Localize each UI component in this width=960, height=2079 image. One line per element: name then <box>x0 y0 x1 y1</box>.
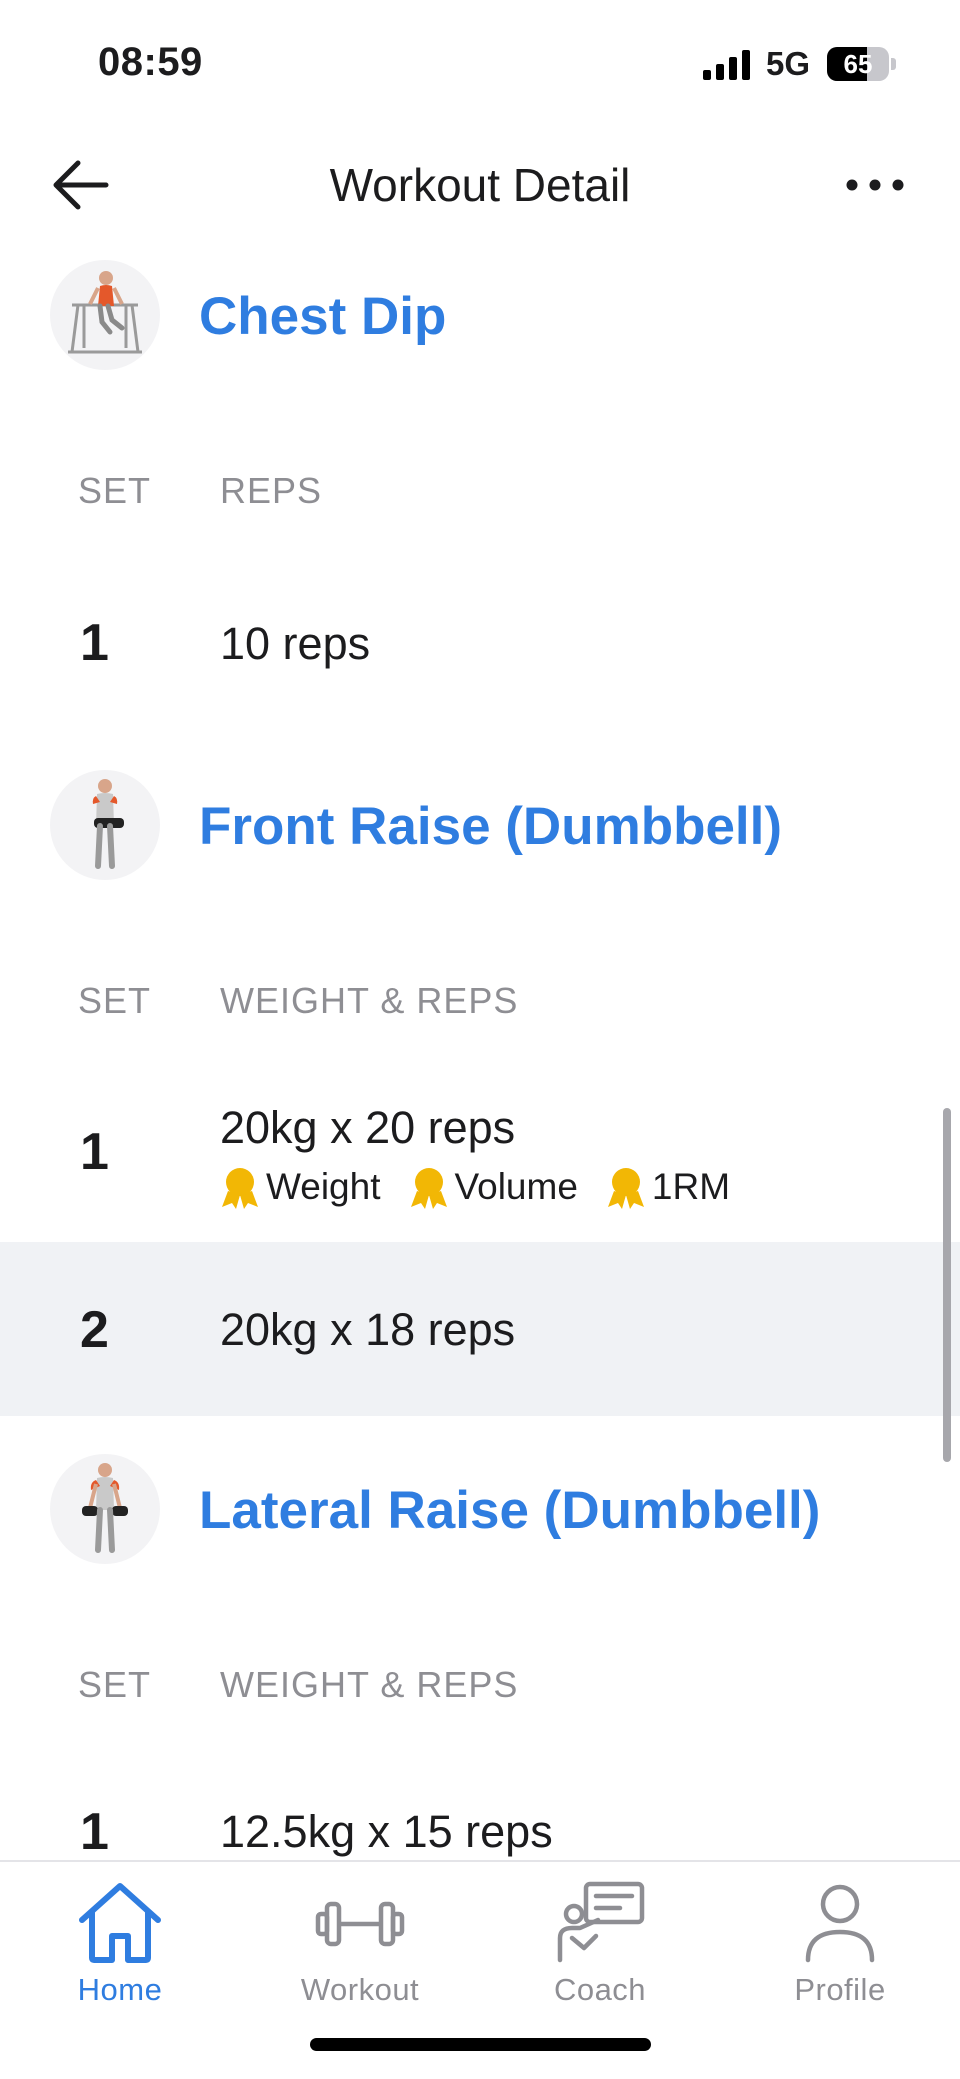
set-column-headers: SET WEIGHT & REPS <box>0 972 960 1032</box>
more-options-icon[interactable] <box>844 165 906 205</box>
exercise-name-link[interactable]: Lateral Raise (Dumbbell) <box>199 1480 820 1541</box>
badge-label: Weight <box>266 1166 381 1207</box>
set-reps: 10 reps <box>220 618 371 669</box>
set-weight-reps: 20kg x 18 reps <box>220 1304 516 1355</box>
medal-icon <box>607 1168 644 1209</box>
set-number: 1 <box>80 1803 109 1860</box>
lateral-raise-illustration <box>82 1463 128 1553</box>
status-bar: 08:59 5G 65 <box>0 0 960 130</box>
tab-label: Profile <box>794 1972 886 2007</box>
exercise-name-link[interactable]: Front Raise (Dumbbell) <box>199 796 782 857</box>
set-row-highlighted[interactable]: 2 20kg x 18 reps <box>0 1242 960 1416</box>
exercise-header[interactable]: Chest Dip <box>0 240 960 390</box>
medal-icon <box>222 1168 258 1209</box>
set-weight-reps: 20kg x 20 reps <box>220 1102 516 1153</box>
weight-reps-column-header: WEIGHT & REPS <box>220 1664 519 1705</box>
tab-workout[interactable]: Workout <box>260 1880 460 2010</box>
battery-level: 65 <box>843 49 873 79</box>
medal-icon <box>410 1168 447 1209</box>
exercise-thumbnail <box>50 260 160 370</box>
set-column-header: SET <box>78 1664 152 1705</box>
set-row[interactable]: 1 12.5kg x 15 reps <box>0 1740 960 1860</box>
tab-label: Workout <box>300 1972 420 2007</box>
weight-reps-column-header: WEIGHT & REPS <box>220 980 519 1021</box>
set-number: 2 <box>80 1301 109 1359</box>
page-title: Workout Detail <box>329 159 631 211</box>
tab-home[interactable]: Home <box>20 1880 220 2010</box>
set-column-header: SET <box>78 470 152 511</box>
workout-detail-content[interactable]: Chest Dip SET REPS 1 10 reps Front Raise… <box>0 240 960 1860</box>
set-row[interactable]: 1 20kg x 20 reps Weight Volume 1RM <box>0 1062 960 1242</box>
back-arrow-icon[interactable] <box>50 155 112 215</box>
pr-badge-weight: Weight <box>220 1165 381 1209</box>
front-raise-illustration <box>92 779 124 869</box>
exercise-thumbnail <box>50 770 160 880</box>
pr-badge-volume: Volume <box>409 1165 578 1209</box>
battery-icon: 65 <box>827 47 897 81</box>
scrollbar[interactable] <box>943 1108 951 1462</box>
set-number: 1 <box>80 614 109 672</box>
cellular-signal-icon <box>703 50 750 80</box>
home-icon <box>79 1883 161 1963</box>
set-weight-reps: 12.5kg x 15 reps <box>220 1806 553 1857</box>
pr-badge-1rm: 1RM <box>606 1165 730 1209</box>
set-column-headers: SET WEIGHT & REPS <box>0 1656 960 1716</box>
set-number: 1 <box>80 1123 109 1181</box>
set-row[interactable]: 1 10 reps <box>0 580 960 704</box>
tab-label: Home <box>77 1972 163 2007</box>
set-column-headers: SET REPS <box>0 462 960 522</box>
exercise-thumbnail <box>50 1454 160 1564</box>
navigation-bar: Workout Detail <box>0 130 960 240</box>
reps-column-header: REPS <box>220 470 323 511</box>
badge-label: 1RM <box>651 1166 731 1207</box>
set-column-header: SET <box>78 980 152 1021</box>
exercise-name-link[interactable]: Chest Dip <box>199 286 446 347</box>
coach-icon <box>557 1881 645 1963</box>
person-icon <box>805 1884 875 1963</box>
network-type: 5G <box>766 45 811 82</box>
tab-profile[interactable]: Profile <box>740 1880 940 2010</box>
personal-record-badges: Weight Volume 1RM <box>220 1164 758 1210</box>
tab-label: Coach <box>553 1972 647 2007</box>
status-time: 08:59 <box>98 40 203 84</box>
home-indicator[interactable] <box>310 2038 651 2051</box>
exercise-header[interactable]: Lateral Raise (Dumbbell) <box>0 1434 960 1584</box>
dumbbell-icon <box>315 1901 405 1947</box>
badge-label: Volume <box>454 1166 578 1207</box>
exercise-header[interactable]: Front Raise (Dumbbell) <box>0 750 960 900</box>
chest-dip-illustration <box>68 271 142 354</box>
tab-coach[interactable]: Coach <box>500 1880 700 2010</box>
